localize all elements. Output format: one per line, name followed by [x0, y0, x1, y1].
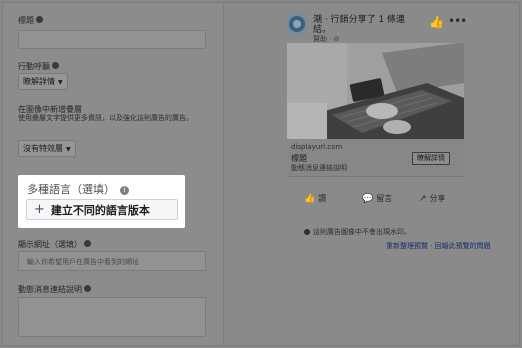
display-link-label: 顯示網址（選填）	[18, 239, 91, 250]
creative-dropdown[interactable]: 沒有特效層 ▼	[18, 140, 76, 157]
preview-note: 這則廣告圖像中不會出現水印。	[304, 227, 411, 237]
display-link-placeholder: 輸入你希望用戶在廣告中看到的網址	[27, 258, 139, 266]
multilanguage-section: 多種語言（選填） i + 建立不同的語言版本	[18, 175, 185, 228]
title-input[interactable]	[18, 30, 206, 49]
multilanguage-title: 多種語言（選填） i	[27, 181, 129, 197]
page-avatar	[287, 14, 307, 34]
news-feed-desc-input[interactable]	[18, 297, 206, 337]
ad-editor-frame: 標題 行動呼籲 瞭解詳情 ▼ 在圖像中新增疊層 使用疊層文字提供更多資訊，以及強化…	[2, 2, 520, 346]
ad-image	[287, 43, 464, 139]
info-icon	[36, 16, 43, 23]
comment-action[interactable]: 💬 留言	[362, 193, 392, 204]
cta-dropdown[interactable]: 瞭解詳情 ▼	[18, 73, 68, 90]
cta-label: 行動呼籲	[18, 61, 59, 72]
info-icon	[84, 240, 91, 247]
post-page-name: 潮 · 行銷分享了 1 條連結。	[313, 15, 406, 35]
share-icon: ↗	[419, 194, 427, 204]
create-language-version-button[interactable]: + 建立不同的語言版本	[26, 199, 178, 220]
info-icon: i	[120, 186, 129, 195]
news-feed-desc-label: 動態消息連結說明	[18, 284, 91, 295]
title-label: 標題	[18, 15, 43, 26]
laptop-photo	[287, 43, 464, 139]
link-description: 動態消息連結說明	[291, 164, 347, 172]
caret-down-icon: ▼	[66, 146, 71, 153]
ad-preview-panel: 潮 · 行銷分享了 1 條連結。 贊助 · ⊘ 👍 ••• displayurl…	[224, 3, 519, 345]
display-link-input[interactable]: 輸入你希望用戶在廣告中看到的網址	[18, 251, 206, 271]
link-preview[interactable]: displayurl.com 標題 動態消息連結說明 瞭解詳情	[287, 139, 464, 177]
info-icon	[52, 62, 59, 69]
more-options-icon[interactable]: •••	[448, 14, 467, 28]
creative-help-text: 使用疊層文字提供更多資訊，以及強化這則廣告的廣告。	[18, 114, 193, 122]
caret-down-icon: ▼	[58, 79, 63, 86]
info-icon	[304, 229, 310, 235]
learn-more-button[interactable]: 瞭解詳情	[412, 152, 450, 165]
info-icon	[84, 285, 91, 292]
comment-icon: 💬	[362, 194, 374, 204]
like-action[interactable]: 👍 讚	[304, 193, 326, 204]
link-domain: displayurl.com	[291, 143, 343, 151]
share-action[interactable]: ↗ 分享	[419, 193, 446, 204]
like-page-icon[interactable]: 👍	[429, 15, 444, 29]
plus-icon: +	[34, 202, 45, 217]
preview-links[interactable]: 重新整理預覽 · 回報此預覽的問題	[386, 241, 491, 251]
like-icon: 👍	[304, 194, 316, 204]
